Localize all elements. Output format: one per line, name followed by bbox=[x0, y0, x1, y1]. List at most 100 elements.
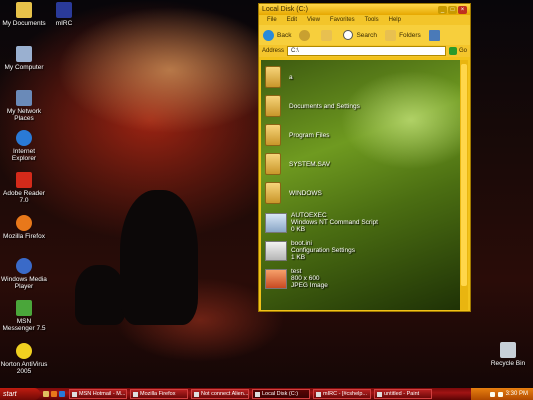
ie-icon[interactable] bbox=[59, 391, 65, 397]
address-input[interactable]: C:\ bbox=[287, 46, 446, 56]
norton-icon bbox=[16, 343, 32, 359]
computer-icon bbox=[16, 46, 32, 62]
list-item[interactable]: test 800 x 600 JPEG Image bbox=[265, 268, 328, 289]
system-tray: 3:30 PM bbox=[471, 388, 533, 400]
show-desktop-icon[interactable] bbox=[43, 391, 49, 397]
desktop-icon-media-player[interactable]: Windows Media Player bbox=[0, 258, 48, 290]
file-dimensions: 800 x 600 bbox=[291, 275, 320, 282]
file-type: Configuration Settings bbox=[291, 247, 355, 254]
minimize-button[interactable]: _ bbox=[438, 5, 447, 14]
file-name: boot.ini bbox=[291, 240, 312, 247]
desktop-icon-network-places[interactable]: My Network Places bbox=[0, 90, 48, 122]
desktop-icon-firefox[interactable]: Mozilla Firefox bbox=[0, 215, 48, 240]
go-button[interactable]: Go bbox=[459, 48, 467, 54]
menu-help[interactable]: Help bbox=[389, 17, 401, 23]
desktop-icon-my-computer[interactable]: My Computer bbox=[0, 46, 48, 71]
desktop-icon-internet-explorer[interactable]: Internet Explorer bbox=[0, 130, 48, 162]
scrollbar-thumb[interactable] bbox=[461, 64, 467, 286]
list-item[interactable]: a bbox=[265, 66, 293, 88]
mirc-icon bbox=[56, 2, 72, 18]
menu-bar: File Edit View Favorites Tools Help bbox=[259, 15, 470, 25]
search-button[interactable]: Search bbox=[343, 30, 377, 40]
task-button-hotmail[interactable]: MSN Hotmail - M... bbox=[69, 389, 127, 399]
folders-button[interactable]: Folders bbox=[385, 29, 421, 41]
task-button-paint[interactable]: untitled - Paint bbox=[374, 389, 432, 399]
network-icon bbox=[16, 90, 32, 106]
firefox-icon bbox=[16, 215, 32, 231]
go-arrow-icon[interactable] bbox=[448, 47, 457, 55]
toolbar: Back Search Folders bbox=[259, 25, 470, 45]
file-name: AUTOEXEC bbox=[291, 212, 327, 219]
firefox-icon[interactable] bbox=[51, 391, 57, 397]
task-button-firefox[interactable]: Mozilla Firefox bbox=[130, 389, 188, 399]
taskbar: start MSN Hotmail - M... Mozilla Firefox… bbox=[0, 388, 533, 400]
rock-silhouette-right bbox=[120, 190, 198, 325]
quick-launch bbox=[42, 391, 66, 397]
file-size: 0 KB bbox=[291, 226, 306, 233]
msn-icon bbox=[72, 391, 77, 397]
address-label: Address bbox=[262, 48, 285, 54]
task-button-alien[interactable]: Not connect Alien... bbox=[191, 389, 249, 399]
forward-arrow-icon bbox=[299, 29, 311, 41]
media-player-icon bbox=[16, 258, 32, 274]
recycle-bin-icon bbox=[500, 342, 516, 358]
menu-edit[interactable]: Edit bbox=[287, 17, 297, 23]
desktop-icon-adobe-reader[interactable]: Adobe Reader 7.0 bbox=[0, 172, 48, 204]
explorer-window: Local Disk (C:) _ □ × File Edit View Fav… bbox=[258, 3, 471, 312]
file-type: Windows NT Command Script bbox=[291, 219, 378, 226]
up-folder-button[interactable] bbox=[321, 29, 335, 41]
folder-icon bbox=[265, 95, 281, 117]
drive-icon bbox=[255, 391, 260, 397]
back-button[interactable]: Back bbox=[263, 29, 291, 41]
desktop-icon-recycle-bin[interactable]: Recycle Bin bbox=[484, 342, 532, 367]
settings-file-icon bbox=[265, 240, 287, 261]
close-button[interactable]: × bbox=[458, 5, 467, 14]
clock[interactable]: 3:30 PM bbox=[506, 391, 528, 397]
mirc-icon bbox=[316, 391, 321, 397]
folders-icon bbox=[385, 29, 397, 41]
command-script-icon bbox=[265, 212, 287, 233]
folder-icon bbox=[265, 153, 281, 175]
paint-icon bbox=[377, 391, 382, 397]
window-title: Local Disk (C:) bbox=[262, 6, 308, 13]
adobe-reader-icon bbox=[16, 172, 32, 188]
task-button-local-disk[interactable]: Local Disk (C:) bbox=[252, 389, 310, 399]
back-arrow-icon bbox=[263, 29, 274, 41]
image-file-icon bbox=[265, 268, 287, 289]
msn-icon bbox=[16, 300, 32, 316]
menu-view[interactable]: View bbox=[307, 17, 320, 23]
ie-icon bbox=[16, 130, 32, 146]
list-item[interactable]: boot.ini Configuration Settings 1 KB bbox=[265, 240, 355, 261]
start-button[interactable]: start bbox=[0, 388, 40, 400]
rock-silhouette-left bbox=[75, 265, 125, 325]
task-button-mirc[interactable]: mIRC - [#cshelp... bbox=[313, 389, 371, 399]
forward-button[interactable] bbox=[299, 29, 313, 41]
volume-tray-icon[interactable] bbox=[497, 391, 503, 397]
app-icon bbox=[194, 391, 199, 397]
vertical-scrollbar[interactable] bbox=[460, 60, 468, 310]
menu-file[interactable]: File bbox=[267, 17, 277, 23]
maximize-button[interactable]: □ bbox=[448, 5, 457, 14]
address-bar: Address C:\ Go bbox=[259, 45, 470, 57]
file-size: 1 KB bbox=[291, 254, 306, 261]
views-button[interactable] bbox=[428, 29, 443, 41]
file-list: a Documents and Settings Program Files S… bbox=[261, 60, 460, 310]
window-titlebar[interactable]: Local Disk (C:) _ □ × bbox=[259, 4, 470, 15]
list-item[interactable]: WINDOWS bbox=[265, 182, 322, 204]
firefox-icon bbox=[133, 391, 138, 397]
list-item[interactable]: Documents and Settings bbox=[265, 95, 360, 117]
file-name: test bbox=[291, 268, 302, 275]
desktop-icon-mirc[interactable]: mIRC bbox=[40, 2, 88, 27]
folder-icon bbox=[265, 124, 281, 146]
up-folder-icon bbox=[321, 29, 333, 41]
list-item[interactable]: SYSTEM.SAV bbox=[265, 153, 330, 175]
menu-favorites[interactable]: Favorites bbox=[330, 17, 355, 23]
network-tray-icon[interactable] bbox=[489, 391, 495, 397]
list-item[interactable]: AUTOEXEC Windows NT Command Script 0 KB bbox=[265, 212, 378, 233]
desktop-icon-msn-messenger[interactable]: MSN Messenger 7.5 bbox=[0, 300, 48, 332]
folder-icon bbox=[265, 182, 281, 204]
list-item[interactable]: Program Files bbox=[265, 124, 329, 146]
file-type: JPEG Image bbox=[291, 282, 328, 289]
desktop-icon-norton[interactable]: Norton AntiVirus 2005 bbox=[0, 343, 48, 375]
menu-tools[interactable]: Tools bbox=[365, 17, 379, 23]
